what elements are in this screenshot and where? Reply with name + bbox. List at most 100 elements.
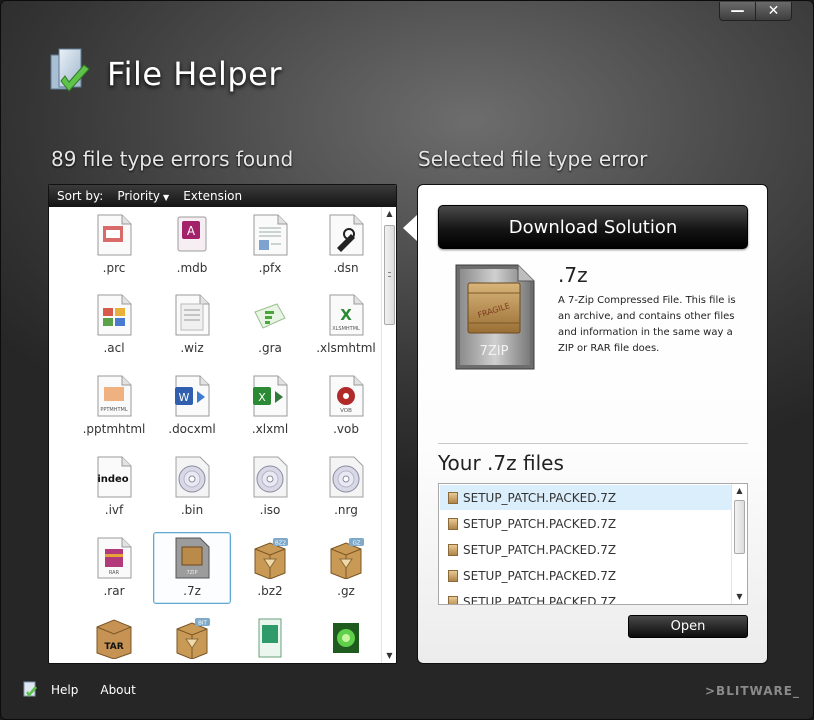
mdb-file-icon: A xyxy=(173,214,211,256)
your-files-list: SETUP_PATCH.PACKED.7Z SETUP_PATCH.PACKED.… xyxy=(438,483,748,605)
file-type-item[interactable]: TAR xyxy=(75,612,153,663)
sort-priority-option[interactable]: Priority ▼ xyxy=(117,189,169,203)
file-helper-logo-icon xyxy=(50,48,90,92)
file-type-label: .nrg xyxy=(334,503,358,517)
file-type-item[interactable]: X XLSMHTML .xlsmhtml xyxy=(307,289,385,361)
file-type-item[interactable]: .nrg xyxy=(307,451,385,523)
acl-file-icon xyxy=(95,294,133,336)
file-type-item[interactable]: .prc xyxy=(75,209,153,281)
file-type-item[interactable]: .gra xyxy=(231,289,309,361)
gra-file-icon xyxy=(251,294,289,336)
scroll-up-icon[interactable]: ▲ xyxy=(382,207,396,221)
file-type-item[interactable]: 7ZIP .7z xyxy=(153,532,231,604)
file-types-panel: Sort by: Priority ▼ Extension .prc A .mdb .p… xyxy=(48,184,397,664)
file-type-label: .pfx xyxy=(258,261,282,275)
selected-error-panel: Download Solution FRAGILE 7ZIP .7z A 7-Z… xyxy=(417,184,768,664)
file-type-label: .docxml xyxy=(168,422,216,436)
dsn-file-icon xyxy=(327,214,365,256)
about-link[interactable]: About xyxy=(100,683,135,697)
your-file-row[interactable]: SETUP_PATCH.PACKED.7Z xyxy=(440,537,731,562)
file-type-item[interactable]: .bin xyxy=(153,451,231,523)
file-type-item[interactable]: .dsn xyxy=(307,209,385,281)
document-icon xyxy=(251,617,289,659)
svg-text:PPTMHTML: PPTMHTML xyxy=(100,407,128,413)
docxml-file-icon: W xyxy=(173,375,211,417)
files-scroll-thumb[interactable] xyxy=(734,500,745,554)
sort-extension-option[interactable]: Extension xyxy=(183,189,242,203)
file-type-item[interactable] xyxy=(231,612,309,663)
file-type-item[interactable]: .iso xyxy=(231,451,309,523)
bz2-box-icon: BZ2 xyxy=(251,537,289,580)
file-type-item[interactable]: W .docxml xyxy=(153,370,231,442)
help-link[interactable]: Help xyxy=(51,683,78,697)
sort-bar: Sort by: Priority ▼ Extension xyxy=(49,185,396,207)
file-type-label: .iso xyxy=(259,503,281,517)
file-type-label: .vob xyxy=(333,422,359,436)
your-file-name: SETUP_PATCH.PACKED.7Z xyxy=(463,594,617,605)
your-file-row[interactable]: SETUP_PATCH.PACKED.7Z xyxy=(440,589,731,605)
tar-box-icon: TAR xyxy=(95,617,133,660)
file-type-item[interactable]: RAR .rar xyxy=(75,532,153,604)
svg-text:VOB: VOB xyxy=(340,408,352,414)
scroll-up-icon[interactable]: ▲ xyxy=(732,484,747,498)
xlsmhtml-file-icon: X XLSMHTML xyxy=(327,294,365,336)
file-type-label: .dsn xyxy=(333,261,359,275)
your-file-row[interactable]: SETUP_PATCH.PACKED.7Z xyxy=(440,563,731,588)
scroll-down-icon[interactable]: ▼ xyxy=(732,590,747,604)
file-type-label: .rar xyxy=(103,584,125,598)
image-file-icon xyxy=(327,617,365,659)
file-type-label: .7z xyxy=(183,584,201,598)
file-type-item[interactable]: X .xlxml xyxy=(231,370,309,442)
file-type-label: .xlxml xyxy=(251,422,289,436)
your-file-row[interactable]: SETUP_PATCH.PACKED.7Z xyxy=(440,511,731,536)
svg-text:7ZIP: 7ZIP xyxy=(186,570,197,576)
svg-text:XLSMHTML: XLSMHTML xyxy=(332,326,360,332)
7z-file-icon xyxy=(448,517,458,530)
grid-scrollbar[interactable]: ▲ ▼ xyxy=(381,207,396,663)
svg-text:TAR: TAR xyxy=(104,642,123,652)
7z-file-icon xyxy=(448,491,458,504)
7z-archive-large-icon: FRAGILE 7ZIP xyxy=(455,264,535,370)
your-file-name: SETUP_PATCH.PACKED.7Z xyxy=(463,490,617,505)
blitware-logo: >BLITWARE_ xyxy=(705,684,800,698)
your-files-heading: Your .7z files xyxy=(438,451,564,475)
file-type-item[interactable]: .acl xyxy=(75,289,153,361)
7z-file-icon xyxy=(448,543,458,556)
open-button[interactable]: Open xyxy=(628,615,748,638)
grid-scroll-thumb[interactable] xyxy=(384,225,395,325)
bit-box-icon: BIT xyxy=(173,617,211,660)
svg-text:indeo: indeo xyxy=(97,474,128,485)
your-file-row[interactable]: SETUP_PATCH.PACKED.7Z xyxy=(440,485,731,510)
minimize-button[interactable]: — xyxy=(720,2,756,20)
file-type-item[interactable]: GZ .gz xyxy=(307,532,385,604)
svg-text:X: X xyxy=(340,306,352,324)
footer: Help About xyxy=(21,681,158,699)
vob-file-icon: VOB xyxy=(327,375,365,417)
7z-file-icon xyxy=(448,569,458,582)
close-button[interactable]: ✕ xyxy=(756,2,791,20)
pptmhtml-file-icon: PPTMHTML xyxy=(95,375,133,417)
files-scrollbar[interactable]: ▲ ▼ xyxy=(731,484,747,604)
file-type-item[interactable] xyxy=(307,612,385,663)
scroll-down-icon[interactable]: ▼ xyxy=(382,649,396,663)
file-type-label: .bin xyxy=(180,503,204,517)
ivf-file-icon: indeo xyxy=(95,456,133,498)
file-type-item[interactable]: indeo .ivf xyxy=(75,451,153,523)
file-type-item[interactable]: A .mdb xyxy=(153,209,231,281)
file-type-label: .gra xyxy=(258,341,282,355)
download-solution-button[interactable]: Download Solution xyxy=(438,205,748,249)
window-controls: — ✕ xyxy=(719,2,792,21)
file-type-item[interactable]: PPTMHTML .pptmhtml xyxy=(75,370,153,442)
file-type-item[interactable]: BZ2 .bz2 xyxy=(231,532,309,604)
file-type-item[interactable]: VOB .vob xyxy=(307,370,385,442)
wiz-file-icon xyxy=(173,294,211,336)
file-type-item[interactable]: BIT xyxy=(153,612,231,663)
file-type-label: .prc xyxy=(102,261,126,275)
file-type-item[interactable]: .wiz xyxy=(153,289,231,361)
file-type-item[interactable]: .pfx xyxy=(231,209,309,281)
your-file-name: SETUP_PATCH.PACKED.7Z xyxy=(463,516,617,531)
xlxml-file-icon: X xyxy=(251,375,289,417)
file-type-label: .xlsmhtml xyxy=(316,341,376,355)
prc-file-icon xyxy=(95,214,133,256)
file-type-label: .gz xyxy=(337,584,355,598)
